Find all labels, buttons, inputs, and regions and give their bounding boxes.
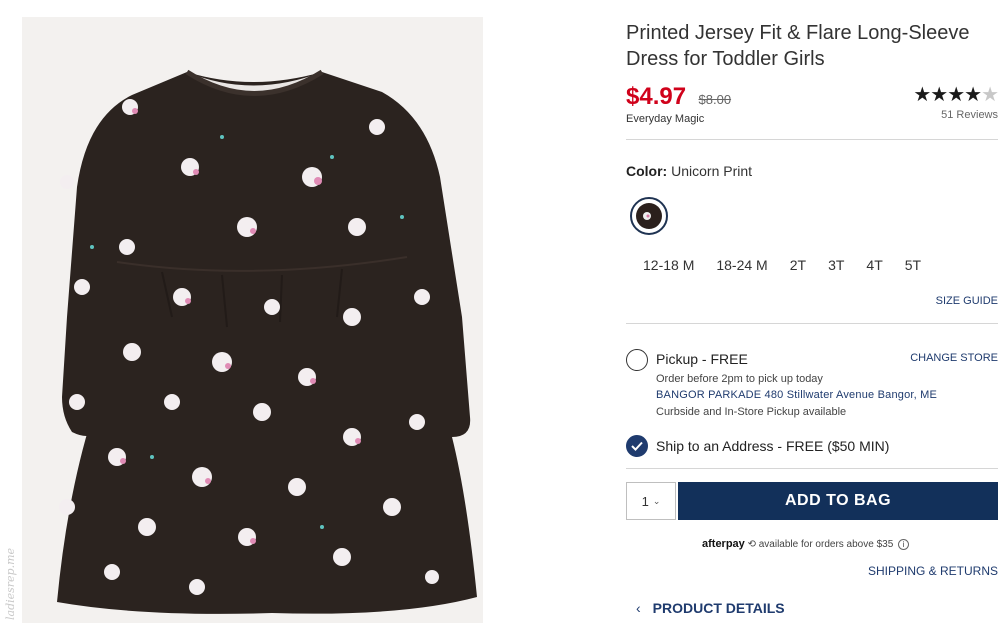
product-title: Printed Jersey Fit & Flare Long-Sleeve D… <box>626 22 970 70</box>
star-rating-icon: ★★★★★ <box>913 84 999 106</box>
color-swatch-unicorn-print[interactable] <box>630 197 668 235</box>
ship-radio[interactable] <box>626 435 648 457</box>
reviews-link[interactable]: 51 Reviews <box>913 109 998 121</box>
shipping-returns-link[interactable]: SHIPPING & RETURNS <box>868 564 998 578</box>
size-selector: 12-18 M 18-24 M 2T 3T 4T 5T <box>643 256 943 274</box>
pickup-radio[interactable] <box>626 349 648 371</box>
size-option-3t[interactable]: 3T <box>828 256 844 274</box>
quantity-value: 1 <box>641 493 649 509</box>
add-to-bag-button[interactable]: ADD TO BAG <box>678 482 998 520</box>
pickup-availability-text: Curbside and In-Store Pickup available <box>656 406 847 418</box>
rating[interactable]: ★★★★★ 51 Reviews <box>913 84 999 121</box>
color-value: Unicorn Print <box>671 163 753 179</box>
size-option-2t[interactable]: 2T <box>790 256 806 274</box>
watermark: ladiesrep.me <box>4 547 17 620</box>
product-image[interactable] <box>22 17 483 623</box>
divider <box>626 139 998 140</box>
pickup-title: Pickup - FREE <box>656 351 748 367</box>
size-option-12-18m[interactable]: 12-18 M <box>643 256 694 274</box>
color-label: Color: Unicorn Print <box>626 163 752 179</box>
quantity-select[interactable]: 1 ⌄ <box>626 482 676 520</box>
price-row: $4.97 $8.00 <box>626 83 731 111</box>
product-details-toggle[interactable]: ‹ PRODUCT DETAILS <box>636 600 785 616</box>
divider <box>626 468 998 469</box>
chevron-left-icon: ‹ <box>636 600 641 616</box>
color-label-key: Color: <box>626 163 668 179</box>
size-option-4t[interactable]: 4T <box>866 256 882 274</box>
ship-title: Ship to an Address - FREE ($50 MIN) <box>656 438 890 454</box>
sale-price: $4.97 <box>626 83 687 110</box>
divider <box>626 323 998 324</box>
product-info-panel: Printed Jersey Fit & Flare Long-Sleeve D… <box>626 0 1000 623</box>
size-option-18-24m[interactable]: 18-24 M <box>716 256 767 274</box>
info-icon[interactable]: i <box>898 539 910 550</box>
original-price: $8.00 <box>698 92 732 107</box>
unicorn-swatch-icon <box>643 212 651 220</box>
afterpay-icon: ⟲ <box>744 539 759 550</box>
size-option-5t[interactable]: 5T <box>905 256 921 274</box>
size-guide-link[interactable]: SIZE GUIDE <box>936 295 998 307</box>
dress-illustration <box>57 69 477 614</box>
product-details-label: PRODUCT DETAILS <box>652 600 785 616</box>
afterpay-text: available for orders above $35 <box>758 539 894 550</box>
afterpay-logo: afterpay <box>702 538 745 550</box>
pickup-cutoff-text: Order before 2pm to pick up today <box>656 373 823 385</box>
afterpay-note: afterpay ⟲ available for orders above $3… <box>702 538 910 550</box>
checkmark-icon <box>631 441 643 451</box>
price-note: Everyday Magic <box>626 113 705 125</box>
store-name[interactable]: BANGOR PARKADE 480 Stillwater Avenue Ban… <box>656 389 937 401</box>
chevron-down-icon: ⌄ <box>652 495 661 506</box>
swatch-fill <box>636 203 662 229</box>
change-store-link[interactable]: CHANGE STORE <box>910 352 998 364</box>
